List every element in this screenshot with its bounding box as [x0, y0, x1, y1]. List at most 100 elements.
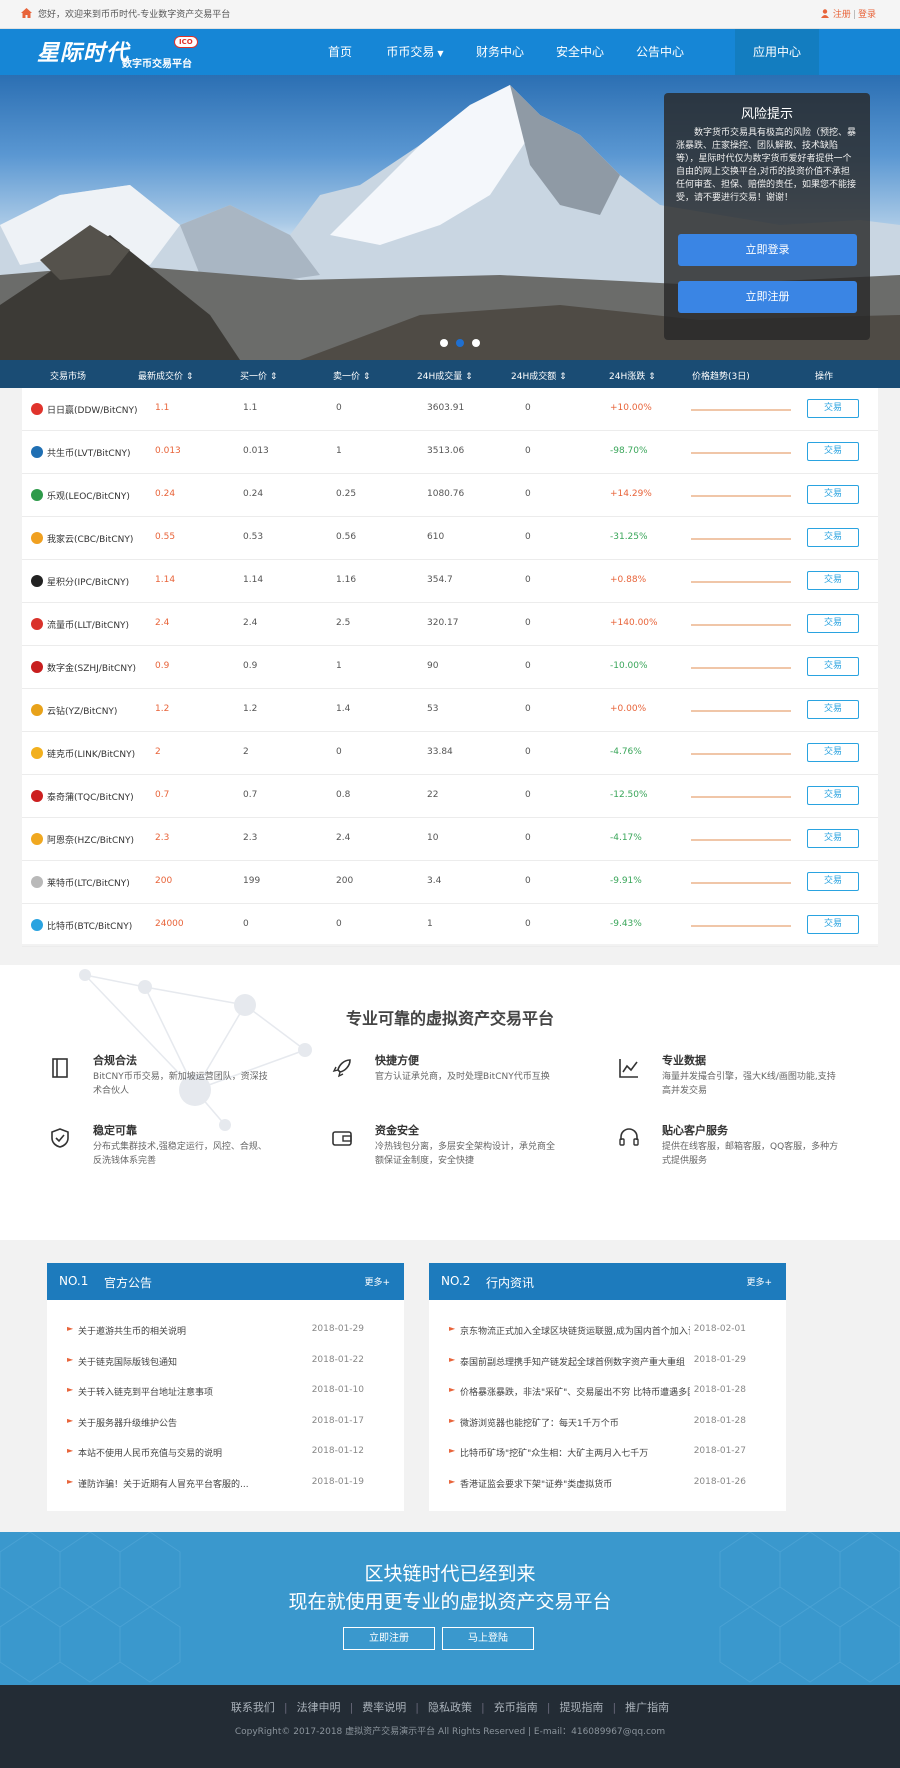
- last-price: 0.55: [155, 532, 176, 542]
- carousel-dot-active[interactable]: [456, 339, 464, 347]
- news-item[interactable]: ► 京东物流正式加入全球区块链货运联盟,成为国内首个加入该联盟的物...2018-…: [429, 1315, 786, 1343]
- amount-24h: 0: [525, 790, 531, 800]
- col-volume[interactable]: 24H成交量 ⇕: [417, 369, 473, 382]
- coin-name[interactable]: 云钻(YZ/BitCNY): [47, 704, 117, 717]
- news-item-title[interactable]: 香港证监会要求下架"证券"类虚拟货币: [460, 1477, 612, 1490]
- trade-button[interactable]: 交易: [807, 528, 859, 547]
- more-link[interactable]: 更多+: [746, 1275, 772, 1288]
- top-bar: 您好，欢迎来到币币时代-专业数字资产交易平台 注册 | 登录: [0, 0, 900, 29]
- coin-name[interactable]: 流量币(LLT/BitCNY): [47, 618, 129, 631]
- nav-home[interactable]: 首页: [310, 29, 370, 75]
- col-amount[interactable]: 24H成交额 ⇕: [511, 369, 567, 382]
- more-link[interactable]: 更多+: [364, 1275, 390, 1288]
- news-item[interactable]: ► 微游浏览器也能挖矿了：每天1千万个币 2018-01-28: [429, 1407, 786, 1435]
- coin-name[interactable]: 泰奇蒲(TQC/BitCNY): [47, 790, 134, 803]
- coin-name[interactable]: 链克币(LINK/BitCNY): [47, 747, 135, 760]
- buy-price: 2.4: [243, 618, 258, 628]
- table-row: 共生币(LVT/BitCNY) 0.013 0.013 1 3513.06 0 -98.70…: [22, 431, 878, 474]
- news-item-date: 2018-01-17: [311, 1415, 364, 1426]
- nav-trade[interactable]: 币币交易 ▼: [380, 29, 450, 75]
- news-item[interactable]: ► 价格暴涨暴跌，非法"采矿"、交易屡出不穷 比特币遭遇多国监管高压2018-01…: [429, 1376, 786, 1404]
- trade-button[interactable]: 交易: [807, 872, 859, 891]
- trade-button[interactable]: 交易: [807, 657, 859, 676]
- trade-button[interactable]: 交易: [807, 399, 859, 418]
- trade-button[interactable]: 交易: [807, 915, 859, 934]
- carousel-dot[interactable]: [472, 339, 480, 347]
- coin-name[interactable]: 数字金(SZHJ/BitCNY): [47, 661, 136, 674]
- news-item-title[interactable]: 关于服务器升级维护公告: [78, 1416, 177, 1429]
- trend-line: [691, 538, 791, 540]
- feature-desc: 官方认证承兑商，及时处理BitCNY代币互换: [375, 1072, 550, 1082]
- news-item[interactable]: ► 关于服务器升级维护公告 2018-01-17: [47, 1407, 404, 1435]
- coin-name[interactable]: 星积分(IPC/BitCNY): [47, 575, 129, 588]
- news-item[interactable]: ► 比特币矿场"挖矿"众生相：大矿主两月入七千万 2018-01-27: [429, 1437, 786, 1465]
- coin-name[interactable]: 我家云(CBC/BitCNY): [47, 532, 133, 545]
- footer-link[interactable]: 隐私政策: [428, 1701, 472, 1714]
- news-item[interactable]: ► 本站不使用人民币充值与交易的说明 2018-01-12: [47, 1437, 404, 1465]
- nav-security[interactable]: 安全中心: [546, 29, 614, 75]
- news-item[interactable]: ► 关于邀游共生币的相关说明 2018-01-29: [47, 1315, 404, 1343]
- footer-link[interactable]: 充币指南: [494, 1701, 538, 1714]
- news-item-title[interactable]: 关于链克国际版钱包通知: [78, 1355, 177, 1368]
- login-link[interactable]: 登录: [858, 10, 876, 20]
- col-sell-price[interactable]: 卖一价 ⇕: [333, 369, 370, 382]
- trade-button[interactable]: 交易: [807, 571, 859, 590]
- change-24h: -31.25%: [610, 532, 648, 542]
- footer-link[interactable]: 费率说明: [362, 1701, 406, 1714]
- sell-price: 0: [336, 919, 342, 929]
- cta-login-button[interactable]: 马上登陆: [442, 1627, 534, 1650]
- trade-button[interactable]: 交易: [807, 829, 859, 848]
- coin-name[interactable]: 日日赢(DDW/BitCNY): [47, 403, 138, 416]
- nav-apps[interactable]: 应用中心: [735, 29, 819, 75]
- news-item-title[interactable]: 京东物流正式加入全球区块链货运联盟,成为国内首个加入该联盟的物...: [460, 1324, 690, 1337]
- last-price: 0.013: [155, 446, 181, 456]
- coin-name[interactable]: 阿恩奈(HZC/BitCNY): [47, 833, 134, 846]
- trade-button[interactable]: 交易: [807, 743, 859, 762]
- trade-button[interactable]: 交易: [807, 614, 859, 633]
- news-item-title[interactable]: 比特币矿场"挖矿"众生相：大矿主两月入七千万: [460, 1446, 648, 1459]
- home-icon[interactable]: [21, 8, 32, 18]
- coin-name[interactable]: 比特币(BTC/BitCNY): [47, 919, 132, 932]
- news-item[interactable]: ► 关于转入链克到平台地址注意事项 2018-01-10: [47, 1376, 404, 1404]
- trade-button[interactable]: 交易: [807, 700, 859, 719]
- carousel-dot[interactable]: [440, 339, 448, 347]
- coin-name[interactable]: 莱特币(LTC/BitCNY): [47, 876, 130, 889]
- register-link[interactable]: 注册: [833, 10, 851, 20]
- coin-name[interactable]: 乐观(LEOC/BitCNY): [47, 489, 130, 502]
- footer-link[interactable]: 提现指南: [559, 1701, 603, 1714]
- news-item-title[interactable]: 价格暴涨暴跌，非法"采矿"、交易屡出不穷 比特币遭遇多国监管高压: [460, 1385, 690, 1398]
- register-button[interactable]: 立即注册: [678, 281, 857, 313]
- cta-register-button[interactable]: 立即注册: [343, 1627, 435, 1650]
- news-item-title[interactable]: 微游浏览器也能挖矿了：每天1千万个币: [460, 1416, 619, 1429]
- news-item[interactable]: ► 谨防诈骗！关于近期有人冒充平台客服的... 2018-01-19: [47, 1468, 404, 1496]
- coin-icon: [31, 790, 43, 802]
- news-item-title[interactable]: 本站不使用人民币充值与交易的说明: [78, 1446, 222, 1459]
- news-item-title[interactable]: 谨防诈骗！关于近期有人冒充平台客服的...: [78, 1477, 249, 1490]
- trend-line: [691, 409, 791, 411]
- news-item[interactable]: ► 泰国前副总理携手知产链发起全球首例数字资产重大重组 2018-01-29: [429, 1346, 786, 1374]
- col-last-price[interactable]: 最新成交价 ⇕: [138, 369, 193, 382]
- volume-24h: 320.17: [427, 618, 459, 628]
- trade-button[interactable]: 交易: [807, 786, 859, 805]
- login-button[interactable]: 立即登录: [678, 234, 857, 266]
- news-item[interactable]: ► 关于链克国际版钱包通知 2018-01-22: [47, 1346, 404, 1374]
- news-item-title[interactable]: 关于邀游共生币的相关说明: [78, 1324, 186, 1337]
- news-header: NO.2 行内资讯 更多+: [429, 1263, 786, 1300]
- trade-button[interactable]: 交易: [807, 485, 859, 504]
- logo[interactable]: 星际时代 ICO 数字币交易平台: [37, 33, 207, 71]
- news-item[interactable]: ► 香港证监会要求下架"证券"类虚拟货币 2018-01-26: [429, 1468, 786, 1496]
- col-change[interactable]: 24H涨跌 ⇕: [609, 369, 656, 382]
- trend-line: [691, 624, 791, 626]
- footer-link[interactable]: 法律申明: [297, 1701, 341, 1714]
- nav-announcements[interactable]: 公告中心: [626, 29, 694, 75]
- coin-name[interactable]: 共生币(LVT/BitCNY): [47, 446, 130, 459]
- amount-24h: 0: [525, 876, 531, 886]
- footer-link[interactable]: 联系我们: [231, 1701, 275, 1714]
- trade-button[interactable]: 交易: [807, 442, 859, 461]
- footer-link[interactable]: 推广指南: [625, 1701, 669, 1714]
- news-item-title[interactable]: 泰国前副总理携手知产链发起全球首例数字资产重大重组: [460, 1355, 685, 1368]
- market-table-body: 日日赢(DDW/BitCNY) 1.1 1.1 0 3603.91 0 +10.00% 交易共…: [22, 388, 878, 947]
- news-item-title[interactable]: 关于转入链克到平台地址注意事项: [78, 1385, 213, 1398]
- nav-finance[interactable]: 财务中心: [466, 29, 534, 75]
- col-buy-price[interactable]: 买一价 ⇕: [240, 369, 277, 382]
